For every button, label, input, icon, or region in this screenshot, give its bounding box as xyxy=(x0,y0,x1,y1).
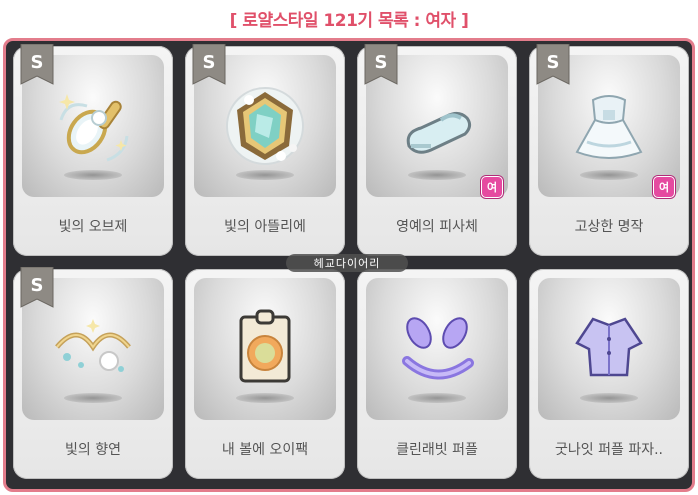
item-name: 내 볼에 오이팩 xyxy=(221,442,309,458)
cucumber-pack-icon xyxy=(239,309,291,383)
rank-s-icon: S xyxy=(364,44,398,85)
item-stage xyxy=(194,278,336,420)
rank-label: S xyxy=(547,52,560,73)
page-title: [ 로얄스타일 121기 목록 : 여자 ] xyxy=(229,11,469,31)
item-card-8[interactable]: 굿나잇 퍼플 파자.. xyxy=(529,269,689,479)
item-name: 굿나잇 퍼플 파자.. xyxy=(555,442,663,458)
item-stage xyxy=(366,278,508,420)
ornate-mirror-icon xyxy=(226,87,304,165)
item-name: 빛의 오브제 xyxy=(58,219,128,235)
female-badge: 여 xyxy=(654,177,674,197)
item-card-5[interactable]: S 빛의 향연 xyxy=(13,267,173,479)
female-badge: 여 xyxy=(482,177,502,197)
rank-s-icon: S xyxy=(20,44,54,85)
dress-icon xyxy=(575,95,643,159)
rank-label: S xyxy=(375,52,388,73)
flower-wreath-icon xyxy=(55,319,131,372)
item-name: 빛의 아뜰리에 xyxy=(224,219,306,235)
item-card-4[interactable]: S 여 고상한 명작 xyxy=(529,44,689,256)
item-card-1[interactable]: S 빛의 오브제 xyxy=(13,44,173,256)
rank-label: S xyxy=(31,275,44,296)
item-card-7[interactable]: 클린래빗 퍼플 xyxy=(357,269,517,479)
shoe-icon xyxy=(406,111,472,154)
item-name: 빛의 향연 xyxy=(65,442,121,458)
mirror-icon xyxy=(59,94,129,162)
rank-s-icon: S xyxy=(20,267,54,308)
item-name: 클린래빗 퍼플 xyxy=(396,442,478,458)
item-name: 고상한 명작 xyxy=(574,219,644,235)
item-card-2[interactable]: S 빛의 아뜰리에 xyxy=(185,44,345,256)
watermark: 헤교다이어리 xyxy=(286,254,408,272)
rank-s-icon: S xyxy=(192,44,226,85)
bunny-headband-icon xyxy=(402,317,474,380)
rank-s-icon: S xyxy=(536,44,570,85)
item-stage xyxy=(538,278,680,420)
rank-label: S xyxy=(31,52,44,73)
rank-label: S xyxy=(203,52,216,73)
item-name: 영예의 피사체 xyxy=(396,219,478,235)
item-card-6[interactable]: 내 볼에 오이팩 xyxy=(185,269,345,479)
item-card-3[interactable]: S 여 영예의 피사체 xyxy=(357,44,517,256)
pajamas-icon xyxy=(575,317,643,377)
